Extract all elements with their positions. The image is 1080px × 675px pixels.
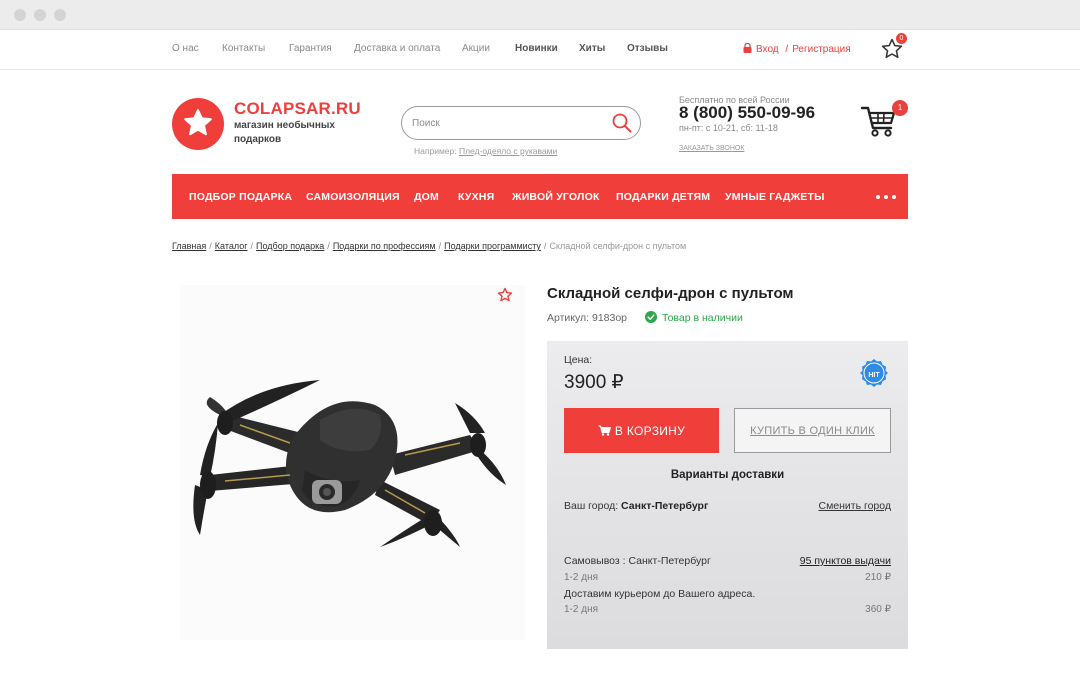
category-pets[interactable]: ЖИВОЙ УГОЛОК: [512, 191, 600, 203]
breadcrumb-home[interactable]: Главная: [172, 241, 206, 251]
top-nav-hits[interactable]: Хиты: [579, 43, 605, 54]
courier-days: 1-2 дня: [564, 604, 599, 615]
logo-star-icon: [184, 109, 212, 136]
top-nav-reviews[interactable]: Отзывы: [627, 43, 668, 54]
login-link[interactable]: Вход: [756, 44, 779, 55]
add-to-favorites-star-icon[interactable]: [497, 287, 513, 303]
hit-badge-label: HIT: [868, 372, 880, 379]
pickup-days: 1-2 дня: [564, 572, 599, 583]
logo-tagline: магазин необычных подарков: [234, 120, 335, 145]
city-name: Санкт-Петербург: [621, 500, 709, 512]
stock-label: Товар в наличии: [662, 312, 743, 324]
logo-name[interactable]: COLAPSAR.RU: [234, 99, 361, 119]
breadcrumb-gift-selection[interactable]: Подбор подарка: [256, 241, 324, 251]
stock-status: Товар в наличии: [645, 311, 743, 324]
search-hint-prefix: Например:: [414, 146, 457, 156]
product-title: Складной селфи-дрон с пультом: [547, 285, 794, 302]
lock-icon: [743, 43, 752, 53]
breadcrumb-catalog[interactable]: Каталог: [215, 241, 248, 251]
courier-option: Доставим курьером до Вашего адреса.: [564, 588, 756, 600]
auth-links: Вход / Регистрация: [743, 43, 851, 55]
drone-image: [193, 380, 506, 547]
logo[interactable]: [172, 98, 224, 150]
price-label: Цена:: [564, 354, 593, 366]
favorites-count-badge: 0: [896, 33, 907, 44]
product-image[interactable]: [180, 285, 525, 640]
window-maximize-dot[interactable]: [54, 9, 66, 21]
callback-link[interactable]: ЗАКАЗАТЬ ЗВОНОК: [679, 145, 744, 152]
breadcrumb-by-profession[interactable]: Подарки по профессиям: [333, 241, 436, 251]
breadcrumb-current: Складной селфи-дрон с пультом: [549, 241, 687, 251]
check-circle-icon: [645, 311, 657, 323]
search-input[interactable]: [412, 114, 602, 132]
buy-box: Цена: 3900 ₽ HIT В КОРЗИНУ КУПИТЬ В ОДИН…: [547, 341, 908, 649]
breadcrumb-programmer[interactable]: Подарки программисту: [444, 241, 541, 251]
product-article: Артикул: 9183ор: [547, 312, 628, 324]
top-nav-delivery[interactable]: Доставка и оплата: [354, 43, 440, 54]
courier-price: 360 ₽: [865, 604, 891, 615]
search-box: [401, 106, 641, 140]
category-kids-gifts[interactable]: ПОДАРКИ ДЕТЯМ: [616, 191, 710, 203]
window-minimize-dot[interactable]: [34, 9, 46, 21]
register-link[interactable]: Регистрация: [792, 44, 850, 55]
browser-chrome: [0, 0, 1080, 30]
top-nav-about[interactable]: О нас: [172, 43, 199, 54]
top-nav-contacts[interactable]: Контакты: [222, 43, 265, 54]
cart-count-badge: 1: [892, 100, 908, 116]
pickup-option: Самовывоз : Санкт-Петербург: [564, 555, 711, 567]
top-nav: О нас Контакты Гарантия Доставка и оплат…: [0, 30, 1080, 70]
hit-badge-icon: HIT: [860, 359, 888, 387]
cart-small-icon: [598, 425, 611, 436]
category-home[interactable]: ДОМ: [414, 191, 439, 203]
phone-number[interactable]: 8 (800) 550-09-96: [679, 103, 815, 123]
top-nav-new[interactable]: Новинки: [515, 43, 558, 54]
category-kitchen[interactable]: КУХНЯ: [458, 191, 494, 203]
breadcrumb: Главная / Каталог / Подбор подарка / Подарки п…: [172, 241, 687, 251]
pickup-points-link[interactable]: 95 пунктов выдачи: [800, 555, 891, 567]
category-smart-gadgets[interactable]: УМНЫЕ ГАДЖЕТЫ: [725, 191, 825, 203]
working-hours: пн-пт: с 10-21, сб: 11-18: [679, 123, 778, 133]
add-to-cart-button[interactable]: В КОРЗИНУ: [564, 408, 719, 453]
category-self-isolation[interactable]: САМОИЗОЛЯЦИЯ: [306, 191, 400, 203]
auth-separator: /: [785, 44, 789, 55]
buy-one-click-button[interactable]: КУПИТЬ В ОДИН КЛИК: [734, 408, 891, 453]
delivery-title: Варианты доставки: [670, 469, 785, 481]
search-hint-link[interactable]: Плед-одеяло с рукавами: [459, 146, 557, 156]
pickup-price: 210 ₽: [865, 572, 891, 583]
change-city-link[interactable]: Сменить город: [818, 500, 891, 512]
price: 3900 ₽: [564, 372, 624, 393]
add-to-cart-label: В КОРЗИНУ: [614, 423, 686, 438]
category-gift-selection[interactable]: ПОДБОР ПОДАРКА: [189, 191, 292, 203]
window-close-dot[interactable]: [14, 9, 26, 21]
top-nav-promotions[interactable]: Акции: [462, 43, 490, 54]
search-icon[interactable]: [611, 112, 633, 134]
top-nav-warranty[interactable]: Гарантия: [289, 43, 332, 54]
city-info: Ваш город: Санкт-Петербург: [564, 500, 708, 512]
category-nav: ПОДБОР ПОДАРКА САМОИЗОЛЯЦИЯ ДОМ КУХНЯ ЖИ…: [172, 174, 908, 219]
more-dots-icon[interactable]: [876, 195, 898, 201]
search-hint: Например: Плед-одеяло с рукавами: [414, 146, 557, 156]
city-label: Ваш город:: [564, 500, 619, 512]
